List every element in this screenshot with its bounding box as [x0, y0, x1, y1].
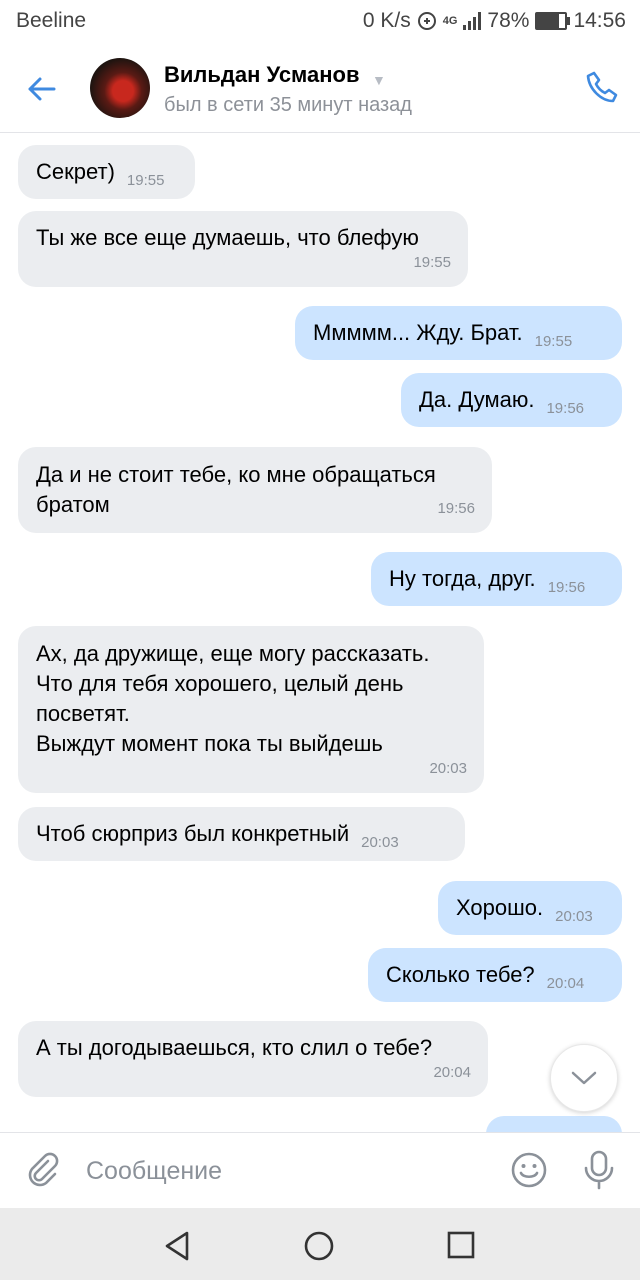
message-text: Ах, да дружище, еще могу рассказать. Что…	[36, 641, 430, 756]
nav-back-icon[interactable]	[160, 1228, 196, 1264]
message-bubble-outgoing[interactable]	[486, 1116, 622, 1132]
scroll-down-button[interactable]	[550, 1044, 618, 1112]
message-time: 19:55	[126, 172, 165, 189]
message-time: 19:56	[547, 579, 586, 596]
message-bubble-outgoing[interactable]: Ммммм... Жду. Брат. 19:55	[295, 306, 622, 360]
system-nav-bar	[0, 1208, 640, 1280]
message-time: 20:04	[546, 975, 585, 992]
message-bubble-incoming[interactable]: А ты догодываешься, кто слил о тебе? 20:…	[18, 1021, 488, 1097]
clock: 14:56	[573, 9, 626, 32]
message-time: 20:04	[433, 1064, 471, 1081]
battery-fill	[537, 14, 560, 28]
message-text: Секрет)	[36, 159, 115, 184]
message-text: Хорошо.	[456, 895, 544, 920]
message-bubble-incoming[interactable]: Секрет) 19:55	[18, 145, 195, 199]
microphone-icon[interactable]	[580, 1149, 618, 1191]
message-text: А ты догодываешься, кто слил о тебе?	[36, 1035, 433, 1060]
message-bubble-incoming[interactable]: Да и не стоит тебе, ко мне обращаться бр…	[18, 447, 492, 533]
battery-icon	[535, 12, 571, 30]
emoji-icon[interactable]	[510, 1151, 548, 1189]
message-text: Сколько тебе?	[386, 962, 535, 987]
message-text: Ммммм... Жду. Брат.	[313, 320, 523, 345]
carrier-name: Beeline	[16, 9, 87, 32]
avatar[interactable]	[90, 58, 150, 118]
message-bubble-outgoing[interactable]: Хорошо. 20:03	[438, 881, 622, 935]
message-time: 19:56	[437, 500, 475, 517]
message-text: Да и не стоит тебе, ко мне обращаться бр…	[36, 462, 436, 517]
message-list[interactable]: Секрет) 19:55 Ты же все еще думаешь, что …	[0, 133, 640, 1132]
message-text: Да. Думаю.	[419, 387, 535, 412]
contact-name[interactable]: Вильдан Усманов	[164, 62, 360, 88]
message-bubble-outgoing[interactable]: Да. Думаю. 19:56	[401, 373, 622, 427]
message-time: 19:55	[413, 254, 451, 271]
paperclip-icon[interactable]	[24, 1151, 62, 1189]
message-composer	[0, 1132, 640, 1209]
message-bubble-incoming[interactable]: Чтоб сюрприз был конкретный 20:03	[18, 807, 465, 861]
message-text: Ты же все еще думаешь, что блефую	[36, 225, 419, 250]
message-time: 19:55	[534, 333, 573, 350]
message-bubble-outgoing[interactable]: Сколько тебе? 20:04	[368, 948, 622, 1002]
message-text: Чтоб сюрприз был конкретный	[36, 821, 350, 846]
arrow-left-icon[interactable]	[24, 72, 58, 106]
message-time: 20:03	[429, 760, 467, 777]
chevron-down-icon[interactable]: ▼	[372, 72, 386, 88]
status-bar: Beeline 0 K/s 4G 78% 14:56	[0, 0, 640, 44]
message-bubble-outgoing[interactable]: Ну тогда, друг. 19:56	[371, 552, 622, 606]
message-time: 20:03	[555, 908, 593, 925]
network-speed: 0 K/s	[362, 9, 411, 32]
nav-recent-apps-icon[interactable]	[444, 1228, 478, 1262]
message-time: 19:56	[546, 400, 585, 417]
data-saver-icon	[417, 12, 436, 30]
message-time: 20:03	[361, 834, 399, 851]
last-seen-status: был в сети 35 минут назад	[164, 94, 412, 116]
battery-percent: 78%	[487, 9, 530, 32]
chat-header: Вильдан Усманов ▼ был в сети 35 минут на…	[0, 44, 640, 133]
phone-icon[interactable]	[582, 68, 622, 108]
message-text: Ну тогда, друг.	[389, 566, 536, 591]
chevron-down-icon	[571, 1071, 597, 1085]
message-bubble-incoming[interactable]: Ты же все еще думаешь, что блефую 19:55	[18, 211, 468, 287]
signal-icon	[463, 12, 482, 30]
message-input[interactable]	[86, 1151, 486, 1191]
network-type: 4G	[442, 15, 458, 27]
message-bubble-incoming[interactable]: Ах, да дружище, еще могу рассказать. Что…	[18, 626, 484, 793]
nav-home-icon[interactable]	[301, 1228, 337, 1264]
